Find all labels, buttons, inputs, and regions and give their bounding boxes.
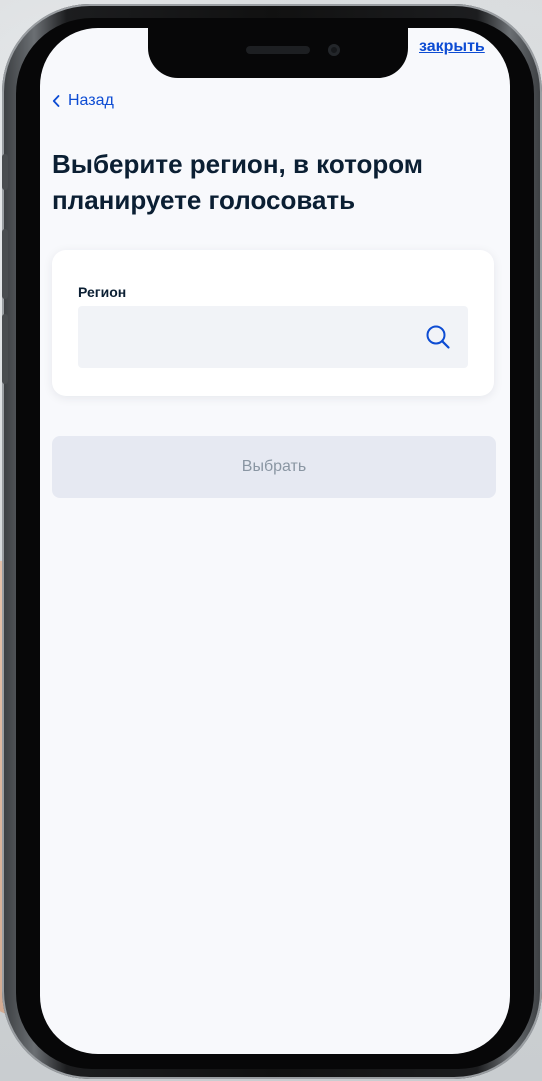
back-button[interactable]: Назад bbox=[52, 92, 114, 110]
phone-notch bbox=[148, 28, 408, 78]
phone-speaker bbox=[246, 46, 310, 54]
close-link[interactable]: закрыть bbox=[419, 38, 491, 56]
select-button[interactable]: Выбрать bbox=[52, 436, 496, 498]
back-label: Назад bbox=[68, 92, 114, 109]
app-screen: Назад Выберите регион, в котором планиру… bbox=[40, 28, 510, 1054]
phone-mute-switch bbox=[2, 154, 8, 190]
page-title: Выберите регион, в котором планируете го… bbox=[52, 149, 424, 215]
region-card: Регион bbox=[52, 250, 494, 396]
phone-volume-up-button bbox=[2, 229, 8, 299]
chevron-left-icon bbox=[52, 95, 60, 107]
region-field-label: Регион bbox=[78, 284, 127, 300]
phone-volume-down-button bbox=[2, 314, 8, 384]
region-search-input[interactable] bbox=[78, 306, 424, 368]
phone-camera bbox=[328, 44, 340, 56]
region-search-box bbox=[78, 306, 468, 368]
search-icon[interactable] bbox=[424, 323, 452, 351]
